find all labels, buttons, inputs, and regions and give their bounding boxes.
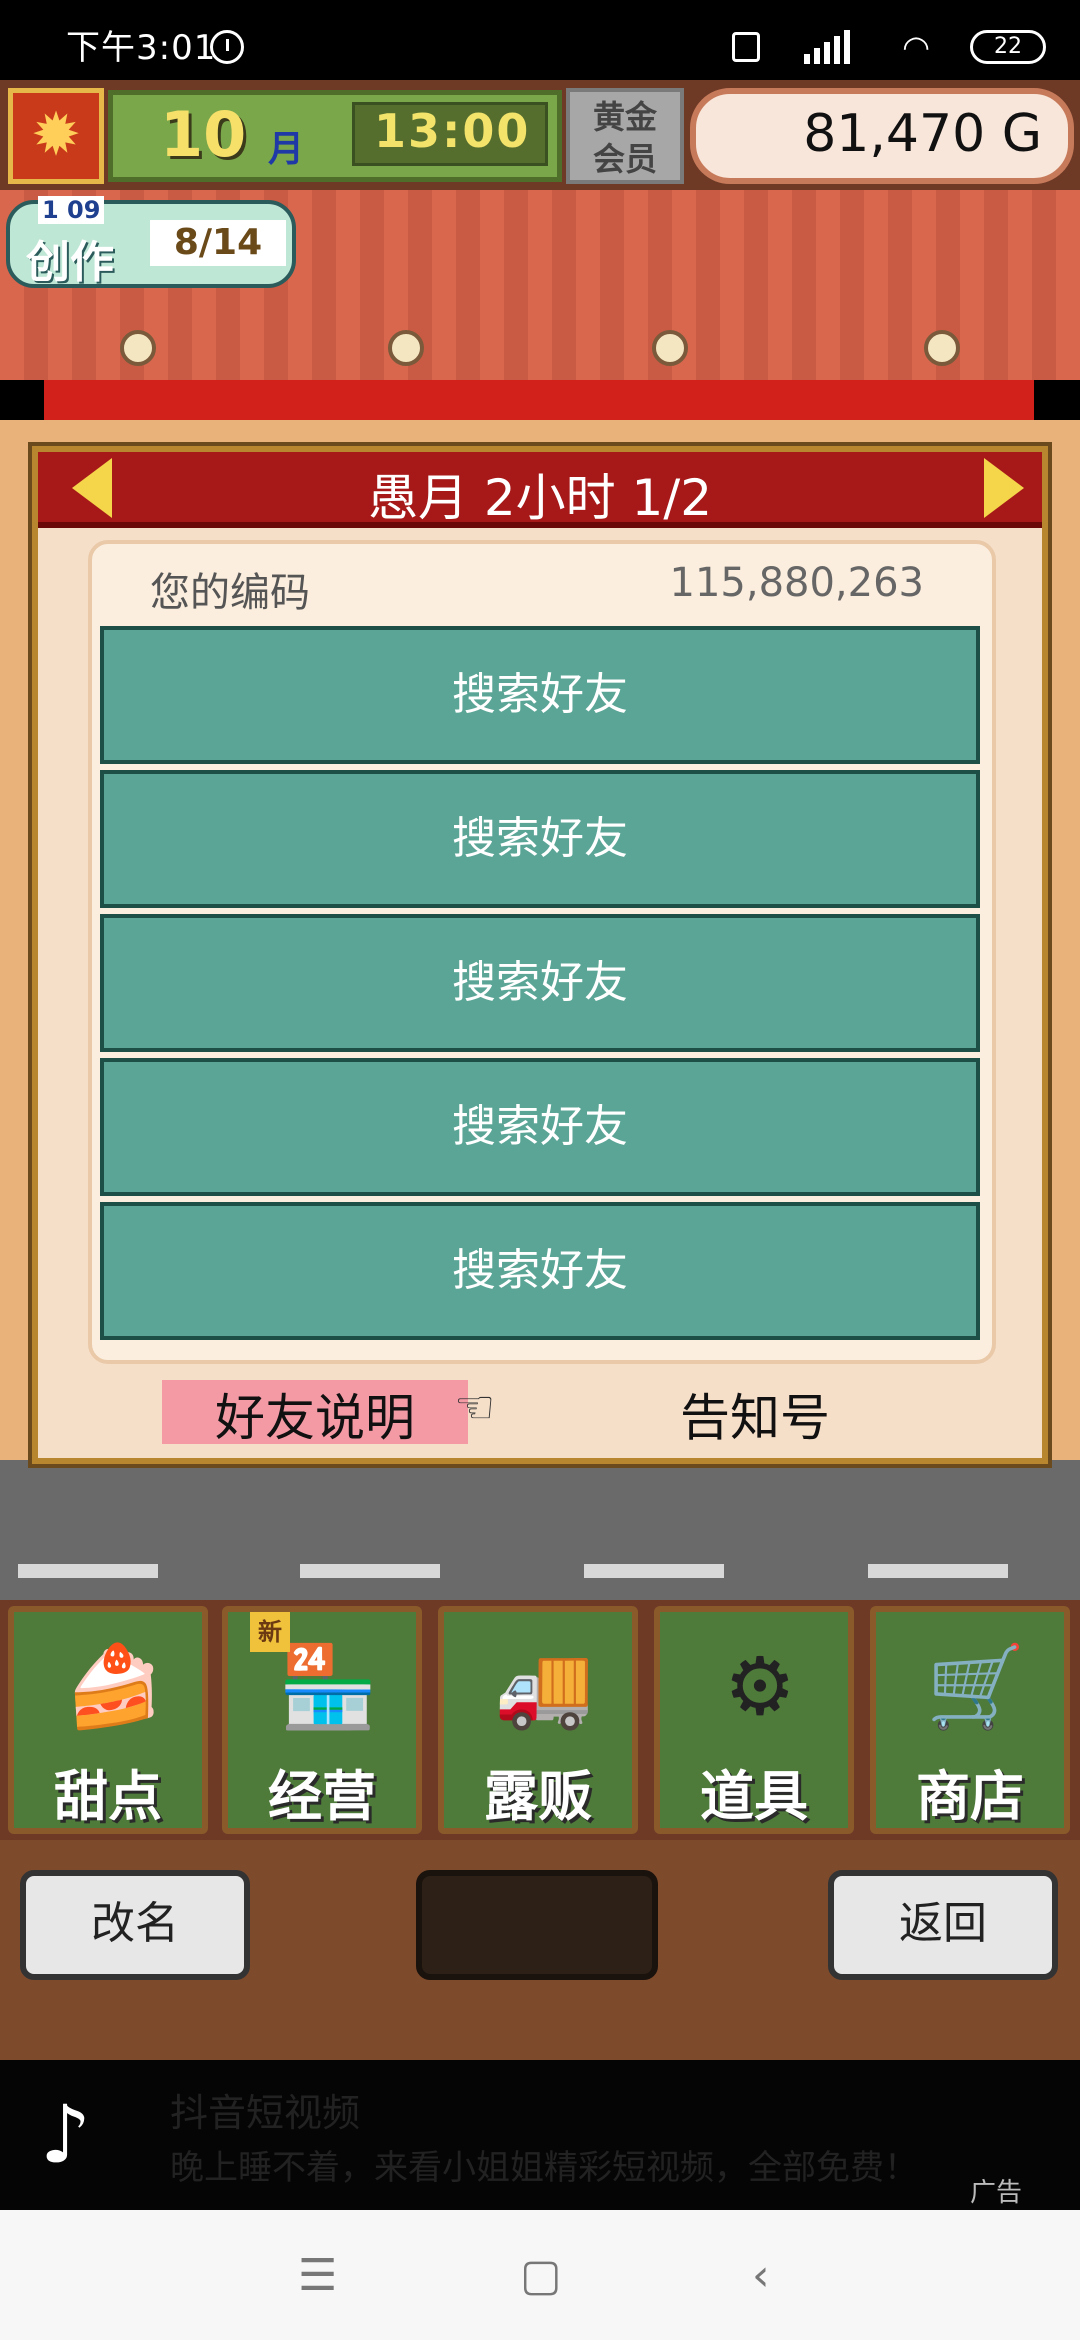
menu-stall[interactable]: 🚚 露贩 bbox=[438, 1606, 638, 1834]
search-friend-button[interactable]: 搜索好友 bbox=[100, 914, 980, 1052]
pointing-hand-icon: ☜ bbox=[454, 1380, 496, 1434]
create-progress: 8/14 bbox=[150, 220, 286, 266]
battery-icon: 22 bbox=[970, 30, 1046, 64]
create-label: 创作 bbox=[26, 237, 114, 288]
menu-label: 露贩 bbox=[484, 1765, 592, 1828]
user-code-label: 您的编码 bbox=[150, 570, 310, 616]
ad-description[interactable]: 晚上睡不着，来看小姐姐精彩短视频，全部免费！ bbox=[170, 2140, 918, 2189]
ad-app-name[interactable]: 抖音短视频 bbox=[170, 2082, 360, 2137]
road-dash bbox=[18, 1564, 158, 1578]
lamp bbox=[120, 330, 156, 366]
menu-label: 甜点 bbox=[54, 1765, 162, 1828]
back-button[interactable]: 返回 bbox=[828, 1870, 1058, 1980]
menu-label: 道具 bbox=[700, 1765, 808, 1828]
center-slot bbox=[416, 1870, 658, 1980]
month-unit: 月 bbox=[268, 129, 305, 170]
gold-member-badge[interactable]: 黄金 会员 bbox=[566, 88, 684, 184]
status-bar: 下午3:01 ◠ 22 bbox=[0, 0, 1080, 80]
home-icon[interactable]: ▢ bbox=[520, 2250, 562, 2301]
rename-button[interactable]: 改名 bbox=[20, 1870, 250, 1980]
back-icon[interactable]: ‹ bbox=[752, 2250, 770, 2301]
street bbox=[0, 1460, 1080, 1600]
search-friend-button[interactable]: 搜索好友 bbox=[100, 770, 980, 908]
search-friend-button[interactable]: 搜索好友 bbox=[100, 626, 980, 764]
cart-icon: 🛒 bbox=[926, 1640, 1026, 1733]
notice-number-button[interactable]: 告知号 bbox=[680, 1378, 830, 1450]
menu-items[interactable]: ⚙ 道具 bbox=[654, 1606, 854, 1834]
menu-label: 商店 bbox=[916, 1765, 1024, 1828]
wifi-icon: ◠ bbox=[902, 28, 930, 66]
ad-tag: 广告 bbox=[970, 2178, 1023, 2208]
search-friend-button[interactable]: 搜索好友 bbox=[100, 1058, 980, 1196]
next-page-button[interactable] bbox=[984, 458, 1024, 518]
alarm-icon bbox=[210, 30, 244, 64]
create-level: 1 09 bbox=[38, 196, 105, 224]
lamp bbox=[388, 330, 424, 366]
road-dash bbox=[584, 1564, 724, 1578]
road-dash bbox=[868, 1564, 1008, 1578]
menu-store[interactable]: 🛒 商店 bbox=[870, 1606, 1070, 1834]
search-friend-button[interactable]: 搜索好友 bbox=[100, 1202, 980, 1340]
lamp bbox=[924, 330, 960, 366]
status-time: 下午3:01 bbox=[66, 28, 217, 68]
maple-leaf-icon[interactable]: ✹ bbox=[8, 88, 104, 184]
create-progress-badge[interactable]: 1 09 创作 8/14 bbox=[6, 196, 296, 288]
nfc-icon bbox=[732, 32, 760, 62]
gold-member-text: 黄金 会员 bbox=[592, 98, 657, 178]
cake-icon: 🍰 bbox=[64, 1640, 164, 1733]
new-badge: 新 bbox=[250, 1612, 290, 1652]
menu-label: 经营 bbox=[268, 1765, 376, 1828]
panel-title: 愚月 2小时 1/2 bbox=[367, 469, 713, 527]
friend-explain-button[interactable]: 好友说明 bbox=[162, 1378, 468, 1450]
signal-icon bbox=[804, 30, 850, 64]
road-dash bbox=[300, 1564, 440, 1578]
month-number: 10 bbox=[160, 98, 247, 171]
tiktok-logo-icon[interactable]: ♪ bbox=[40, 2090, 120, 2180]
menu-dessert[interactable]: 🍰 甜点 bbox=[8, 1606, 208, 1834]
game-clock: 13:00 bbox=[374, 104, 531, 158]
shop-icon: 🏪 bbox=[278, 1640, 378, 1733]
money-amount: 81,470 G bbox=[803, 104, 1042, 164]
truck-icon: 🚚 bbox=[494, 1640, 594, 1733]
user-code-value: 115,880,263 bbox=[669, 560, 924, 606]
menu-icon[interactable]: ☰ bbox=[298, 2250, 337, 2301]
items-icon: ⚙ bbox=[724, 1640, 796, 1733]
lamp bbox=[652, 330, 688, 366]
roof-lamps bbox=[0, 330, 1080, 370]
